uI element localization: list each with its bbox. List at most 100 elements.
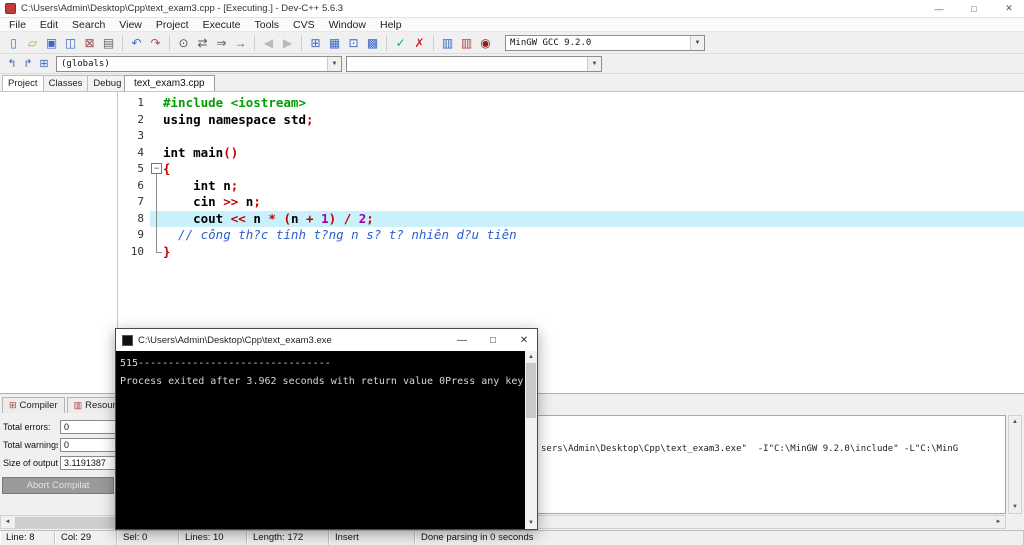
console-line: 15 (126, 358, 139, 369)
project-panel[interactable] (0, 92, 118, 393)
close-file-icon[interactable]: ⊠ (80, 34, 99, 52)
menu-item-execute[interactable]: Execute (196, 18, 248, 32)
console-minimize-icon[interactable]: — (449, 329, 475, 351)
abort-execution-icon[interactable]: ✗ (410, 34, 429, 52)
tab-classes[interactable]: Classes (42, 75, 89, 91)
console-maximize-icon[interactable]: □ (480, 329, 506, 351)
globals-select-value: (globals) (61, 58, 110, 69)
menu-item-search[interactable]: Search (65, 18, 112, 32)
code-token: n (238, 194, 254, 209)
console-scroll-down-icon[interactable]: ▼ (525, 517, 538, 529)
redo-icon[interactable]: ↷ (146, 34, 165, 52)
menu-item-view[interactable]: View (112, 18, 149, 32)
tab-text-exam3-cpp[interactable]: text_exam3.cpp (124, 75, 215, 91)
print-icon[interactable]: ▤ (99, 34, 118, 52)
scroll-down-icon[interactable]: ▼ (1009, 501, 1022, 513)
menu-item-help[interactable]: Help (373, 18, 409, 32)
class-browser-icon[interactable]: ⊞ (36, 56, 52, 72)
status-length: Length: 172 (247, 531, 329, 545)
code-line: 9 // công th?c tính t?ng n s? t? nhiên d… (118, 227, 1024, 244)
fold-margin (150, 145, 163, 162)
log-vertical-scrollbar[interactable]: ▲ ▼ (1008, 415, 1022, 514)
maximize-icon[interactable]: □ (959, 0, 989, 18)
resource-tab-icon: ▥ (73, 400, 83, 410)
console-close-icon[interactable]: ✕ (511, 329, 537, 351)
rebuild-all-icon[interactable]: ▩ (363, 34, 382, 52)
console-scroll-up-icon[interactable]: ▲ (525, 351, 538, 363)
code-token: { (163, 161, 171, 176)
sidebar-tabs: Project Classes Debug (0, 74, 128, 91)
fold-collapse-icon[interactable]: − (151, 163, 162, 174)
scroll-right-icon[interactable]: ► (992, 516, 1005, 528)
goto-implementation-icon[interactable]: ↱ (20, 56, 36, 72)
close-icon[interactable]: ✕ (994, 0, 1024, 18)
members-select[interactable]: ▼ (346, 55, 602, 72)
replace-icon[interactable]: ⇄ (193, 34, 212, 52)
tab-compiler[interactable]: ⊞ Compiler (2, 397, 65, 413)
code-token: n (215, 177, 231, 193)
console-output[interactable]: 515--------------------------------Proce… (116, 351, 537, 529)
console-scroll-thumb[interactable] (526, 363, 536, 418)
chevron-down-icon[interactable]: ▼ (690, 35, 704, 50)
chevron-down-icon[interactable]: ▼ (327, 56, 341, 71)
code-line: 8 cout << n * (n + 1) / 2; (118, 210, 1024, 227)
code-text: } (163, 244, 1024, 261)
fold-margin: − (150, 161, 163, 178)
goto-line-icon[interactable]: → (231, 34, 250, 52)
undo-icon[interactable]: ↶ (127, 34, 146, 52)
line-number: 4 (137, 145, 144, 159)
fold-line-end (156, 251, 162, 253)
fold-margin (150, 210, 163, 227)
minimize-icon[interactable]: — (924, 0, 954, 18)
tab-label: Compiler (19, 400, 58, 411)
line-number: 2 (137, 112, 144, 126)
scroll-left-icon[interactable]: ◄ (1, 516, 14, 528)
menu-item-edit[interactable]: Edit (33, 18, 65, 32)
menu-item-tools[interactable]: Tools (248, 18, 287, 32)
total-errors-field: Total errors: (3, 419, 132, 435)
code-text: int main() (163, 145, 1024, 162)
profiling-results-icon[interactable]: ▥ (457, 34, 476, 52)
tab-project[interactable]: Project (2, 75, 44, 91)
code-token: std (275, 111, 307, 127)
toolbar-separator (169, 34, 170, 51)
code-line: 6 int n; (118, 177, 1024, 194)
code-token: namespace (208, 111, 276, 127)
chevron-down-icon[interactable]: ▼ (587, 56, 601, 71)
menu-item-cvs[interactable]: CVS (286, 18, 322, 32)
code-line: 2 using namespace std; (118, 112, 1024, 129)
save-icon[interactable]: ▣ (42, 34, 61, 52)
line-number: 3 (137, 129, 144, 142)
scroll-up-icon[interactable]: ▲ (1009, 416, 1022, 428)
goto-declaration-icon[interactable]: ↰ (4, 56, 20, 72)
size-of-output-field: Size of output: (3, 455, 132, 471)
menu-item-file[interactable]: File (2, 18, 33, 32)
compile-and-run-icon[interactable]: ⊡ (344, 34, 363, 52)
new-file-icon[interactable]: ▯ (4, 34, 23, 52)
find-icon[interactable]: ⊙ (174, 34, 193, 52)
compiler-select[interactable]: MinGW GCC 9.2.0 ▼ (505, 34, 705, 51)
console-scrollbar[interactable]: ▲ ▼ (525, 351, 537, 529)
globals-select[interactable]: (globals) ▼ (56, 55, 342, 72)
run-icon[interactable]: ▦ (325, 34, 344, 52)
status-mode: Insert (329, 531, 415, 545)
abort-compilation-button[interactable]: Abort Compilat (2, 477, 114, 494)
fold-margin (150, 227, 163, 244)
fold-line (156, 210, 157, 227)
menu-item-window[interactable]: Window (322, 18, 373, 32)
console-title-bar[interactable]: C:\Users\Admin\Desktop\Cpp\text_exam3.ex… (116, 329, 537, 351)
compile-icon[interactable]: ⊞ (306, 34, 325, 52)
save-all-icon[interactable]: ◫ (61, 34, 80, 52)
profile-icon[interactable]: ▥ (438, 34, 457, 52)
total-errors-label: Total errors: (3, 422, 51, 432)
line-number: 6 (137, 178, 144, 192)
open-file-icon[interactable]: ▱ (23, 34, 42, 52)
delete-profiling-icon[interactable]: ◉ (476, 34, 495, 52)
find-next-icon[interactable]: ⇒ (212, 34, 231, 52)
toolbar-separator (122, 34, 123, 51)
syntax-check-icon[interactable]: ✓ (391, 34, 410, 52)
fold-line (156, 177, 157, 194)
menu-item-project[interactable]: Project (149, 18, 196, 32)
